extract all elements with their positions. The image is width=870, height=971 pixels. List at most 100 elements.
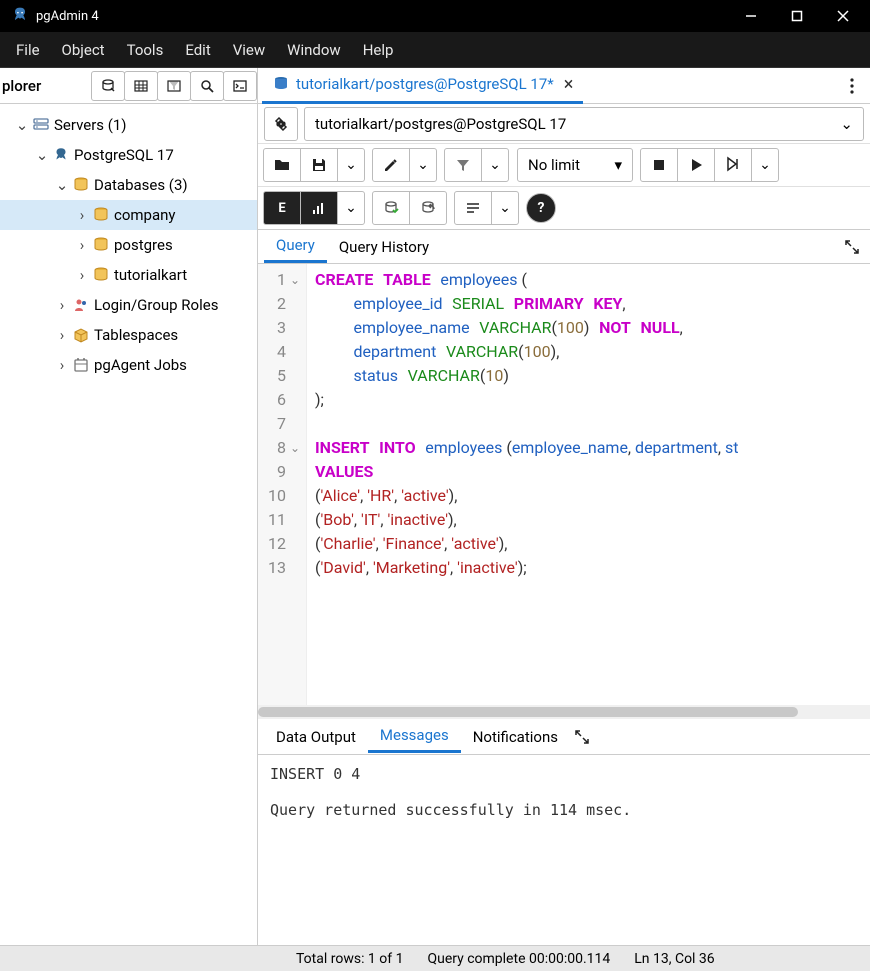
- tab-query[interactable]: Query: [264, 230, 327, 263]
- menu-file[interactable]: File: [6, 35, 50, 65]
- sql-editor[interactable]: 1⌄ 2 3 4 5 6 7 8⌄ 9 10 11 12 13 CREATE T…: [258, 264, 870, 705]
- expand-editor-icon[interactable]: [840, 235, 864, 259]
- explorer-label: plorer: [0, 77, 49, 95]
- database-tab-icon: [272, 75, 290, 93]
- tab-label: tutorialkart/postgres@PostgreSQL 17*: [296, 75, 554, 93]
- tree-pgagent[interactable]: › pgAgent Jobs: [0, 350, 257, 380]
- macros-dropdown[interactable]: ⌄: [491, 191, 519, 225]
- menu-tools[interactable]: Tools: [117, 35, 174, 65]
- menu-help[interactable]: Help: [353, 35, 404, 65]
- chevron-down-icon: ⌄: [34, 146, 50, 164]
- editor-tabs: Query Query History: [258, 230, 870, 264]
- expand-output-icon[interactable]: [570, 725, 594, 749]
- database-icon: [90, 206, 112, 224]
- menu-edit[interactable]: Edit: [175, 35, 220, 65]
- tree-login-roles[interactable]: › Login/Group Roles: [0, 290, 257, 320]
- execute-button[interactable]: [677, 148, 715, 182]
- chevron-right-icon: ›: [54, 356, 70, 374]
- query-toolbar-1: ⌄ ⌄ ⌄ No limit ▾ ⌄: [258, 144, 870, 187]
- object-explorer-pane: plorer ⌄ Servers (1) ⌄ PostgreSQL 17 ⌄: [0, 68, 258, 945]
- chevron-down-icon: ⌄: [840, 115, 853, 133]
- connection-label: tutorialkart/postgres@PostgreSQL 17: [315, 115, 566, 133]
- database-group-icon: [70, 176, 92, 194]
- tab-query-history[interactable]: Query History: [327, 232, 441, 262]
- explain-analyze-button[interactable]: E: [263, 191, 301, 225]
- object-tree: ⌄ Servers (1) ⌄ PostgreSQL 17 ⌄ Database…: [0, 104, 257, 386]
- tree-db-tutorialkart[interactable]: › tutorialkart: [0, 260, 257, 290]
- rollback-button[interactable]: [409, 191, 447, 225]
- macros-button[interactable]: [454, 191, 492, 225]
- line-gutter: 1⌄ 2 3 4 5 6 7 8⌄ 9 10 11 12 13: [258, 264, 307, 705]
- editor-horizontal-scrollbar[interactable]: [258, 705, 870, 719]
- tablespace-icon: [70, 326, 92, 344]
- chevron-right-icon: ›: [74, 266, 90, 284]
- filter-dropdown[interactable]: ⌄: [481, 148, 509, 182]
- tree-servers[interactable]: ⌄ Servers (1): [0, 110, 257, 140]
- menu-view[interactable]: View: [223, 35, 275, 65]
- database-icon: [90, 266, 112, 284]
- tree-tablespaces[interactable]: › Tablespaces: [0, 320, 257, 350]
- view-data-icon[interactable]: [124, 71, 158, 101]
- save-dropdown[interactable]: ⌄: [337, 148, 365, 182]
- tab-data-output[interactable]: Data Output: [264, 722, 368, 752]
- filter-icon[interactable]: [157, 71, 191, 101]
- psql-icon[interactable]: [223, 71, 257, 101]
- menubar: File Object Tools Edit View Window Help: [0, 32, 870, 68]
- scrollbar-thumb[interactable]: [258, 707, 798, 717]
- pgagent-icon: [70, 356, 92, 374]
- tree-db-postgres[interactable]: › postgres: [0, 230, 257, 260]
- output-tabs: Data Output Messages Notifications: [258, 719, 870, 755]
- messages-output: INSERT 0 4 Query returned successfully i…: [258, 755, 870, 945]
- chevron-down-icon: ▾: [614, 156, 622, 174]
- query-toolbar-2: E ⌄ ⌄ ?: [258, 187, 870, 230]
- status-complete: Query complete 00:00:00.114: [427, 951, 610, 967]
- edit-dropdown[interactable]: ⌄: [409, 148, 437, 182]
- tab-close-icon[interactable]: ×: [564, 74, 574, 95]
- close-button[interactable]: [820, 0, 866, 32]
- connection-status-button[interactable]: [264, 107, 298, 141]
- chevron-down-icon: ⌄: [14, 116, 30, 134]
- open-file-button[interactable]: [263, 148, 301, 182]
- explain-dropdown[interactable]: ⌄: [337, 191, 365, 225]
- titlebar: pgAdmin 4: [0, 0, 870, 32]
- execute-dropdown[interactable]: ⌄: [751, 148, 779, 182]
- sql-code-area[interactable]: CREATE TABLE employees ( employee_id SER…: [307, 264, 870, 705]
- connection-row: tutorialkart/postgres@PostgreSQL 17 ⌄: [258, 104, 870, 144]
- limit-select[interactable]: No limit ▾: [517, 148, 633, 182]
- minimize-button[interactable]: [728, 0, 774, 32]
- chevron-down-icon: ⌄: [54, 176, 70, 194]
- commit-button[interactable]: [372, 191, 410, 225]
- menu-object[interactable]: Object: [52, 35, 115, 65]
- limit-label: No limit: [528, 156, 580, 174]
- explain-options-button[interactable]: [300, 191, 338, 225]
- tab-query-file[interactable]: tutorialkart/postgres@PostgreSQL 17* ×: [262, 68, 583, 104]
- status-cursor: Ln 13, Col 36: [634, 951, 714, 967]
- tab-notifications[interactable]: Notifications: [461, 722, 570, 752]
- tab-messages[interactable]: Messages: [368, 720, 461, 753]
- tree-databases[interactable]: ⌄ Databases (3): [0, 170, 257, 200]
- chevron-right-icon: ›: [74, 206, 90, 224]
- chevron-right-icon: ›: [74, 236, 90, 254]
- status-rows: Total rows: 1 of 1: [296, 951, 403, 967]
- query-tool-icon[interactable]: [91, 71, 125, 101]
- chevron-right-icon: ›: [54, 326, 70, 344]
- filter-button[interactable]: [444, 148, 482, 182]
- explain-button[interactable]: [714, 148, 752, 182]
- maximize-button[interactable]: [774, 0, 820, 32]
- window-title: pgAdmin 4: [36, 9, 728, 24]
- tree-db-company[interactable]: › company: [0, 200, 257, 230]
- elephant-icon: [50, 146, 72, 164]
- search-icon[interactable]: [190, 71, 224, 101]
- stop-button[interactable]: [640, 148, 678, 182]
- menu-window[interactable]: Window: [277, 35, 351, 65]
- tree-postgresql17[interactable]: ⌄ PostgreSQL 17: [0, 140, 257, 170]
- pgadmin-logo-icon: [10, 6, 30, 26]
- file-tabs: tutorialkart/postgres@PostgreSQL 17* ×: [258, 68, 870, 104]
- status-bar: Total rows: 1 of 1 Query complete 00:00:…: [0, 945, 870, 971]
- tab-menu-button[interactable]: [838, 72, 866, 100]
- edit-button[interactable]: [372, 148, 410, 182]
- server-group-icon: [30, 116, 52, 134]
- save-button[interactable]: [300, 148, 338, 182]
- connection-select[interactable]: tutorialkart/postgres@PostgreSQL 17 ⌄: [304, 107, 864, 141]
- help-button[interactable]: ?: [526, 193, 556, 223]
